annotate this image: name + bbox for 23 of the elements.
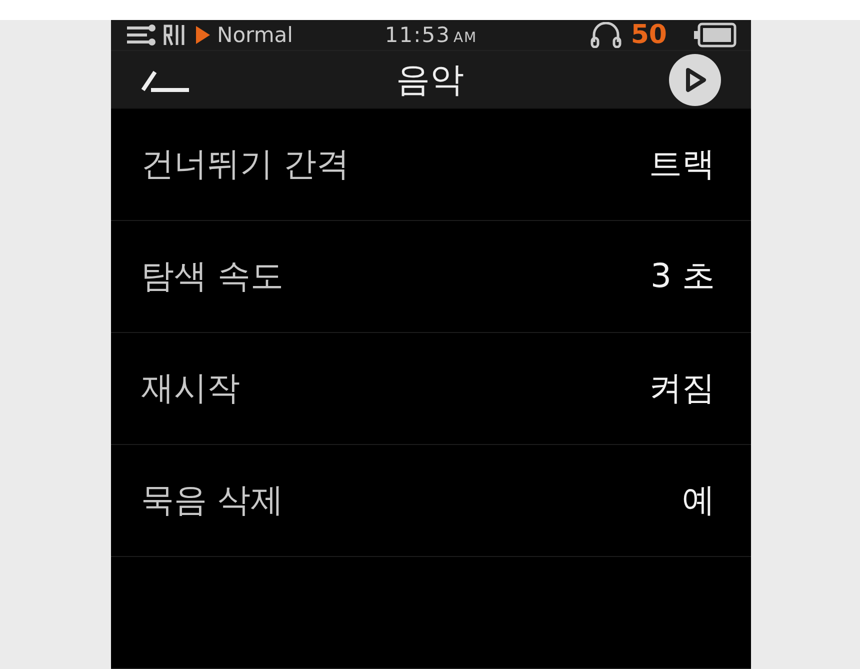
setting-label: 묵음 삭제 [141, 479, 284, 521]
battery-icon [693, 22, 737, 48]
setting-value: 3 초 [650, 255, 715, 297]
setting-value: 트랙 [649, 143, 715, 185]
settings-row[interactable]: 묵음 삭제 예 [111, 445, 751, 557]
shuffle-icon [125, 24, 157, 46]
setting-label: 탐색 속도 [141, 255, 284, 297]
eq-mode: Normal [217, 23, 293, 47]
setting-label: 건너뛰기 간격 [141, 143, 350, 185]
settings-row[interactable]: 건너뛰기 간격 트랙 [111, 109, 751, 221]
setting-value: 예 [682, 479, 715, 521]
play-icon [683, 66, 707, 92]
screen-title: 음악 [395, 58, 465, 102]
clock-time: 11:53 [384, 23, 450, 47]
setting-value: 켜짐 [649, 367, 715, 409]
settings-row[interactable]: 재시작 켜짐 [111, 333, 751, 445]
volume-level: 50 [630, 20, 667, 50]
play-icon [195, 25, 211, 45]
headphones-icon [588, 22, 623, 48]
play-button[interactable] [669, 54, 721, 106]
settings-row[interactable]: 탐색 속도 3 초 [111, 221, 751, 333]
setting-label: 재시작 [141, 367, 240, 409]
clock-meridiem: AM [453, 30, 478, 46]
